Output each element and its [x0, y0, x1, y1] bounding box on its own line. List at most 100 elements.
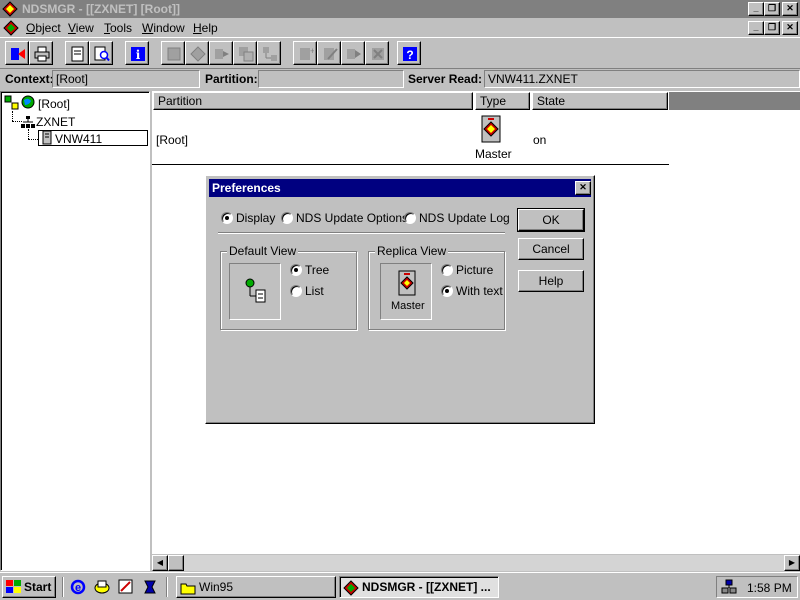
display-radio[interactable] [221, 212, 233, 224]
replica-view-preview: Master [380, 263, 432, 320]
channels-icon[interactable] [142, 579, 158, 595]
window-titlebar[interactable]: NDSMGR - [[ZXNET] [Root]] _ ❐ ✕ [0, 0, 800, 18]
tree-org-item[interactable]: ZXNET [21, 114, 141, 130]
dialog-titlebar[interactable]: Preferences ✕ [209, 179, 591, 197]
row-type-cell: Master [475, 147, 512, 161]
desktop-icon[interactable] [118, 579, 134, 595]
scroll-left-button[interactable]: ◀ [152, 555, 168, 571]
info-icon: i [131, 47, 145, 62]
header-filler [669, 92, 800, 110]
context-field[interactable]: [Root] [52, 70, 200, 88]
close-button[interactable]: ✕ [782, 2, 798, 16]
dialog-close-button[interactable]: ✕ [575, 181, 591, 195]
task-win95[interactable]: Win95 [176, 576, 336, 598]
delete-replica-icon [372, 48, 384, 60]
nds-update-log-radio[interactable] [404, 212, 416, 224]
server-read-label: Server Read: [408, 72, 483, 86]
ok-button[interactable]: OK [517, 208, 585, 232]
column-header-partition[interactable]: Partition [153, 92, 473, 110]
nds-update-log-label[interactable]: NDS Update Log [419, 211, 510, 225]
search-button[interactable] [89, 41, 113, 65]
toolbar: i + ? [0, 37, 800, 69]
default-view-preview [229, 263, 281, 320]
partition-icon [167, 47, 181, 61]
doc-icon[interactable] [3, 20, 19, 36]
menu-window[interactable]: Window [142, 21, 185, 35]
picture-label[interactable]: Picture [456, 263, 493, 277]
menu-help[interactable]: Help [193, 21, 218, 35]
clock[interactable]: 1:58 PM [747, 581, 792, 595]
horizontal-scrollbar[interactable]: ◀ ▶ [152, 555, 800, 571]
partition-button-4[interactable] [233, 41, 257, 65]
tree-server-item[interactable]: VNW411 [38, 130, 148, 146]
list-label[interactable]: List [305, 284, 324, 298]
default-view-title: Default View [227, 244, 299, 258]
partition-field[interactable] [258, 70, 404, 88]
minimize-button[interactable]: _ [748, 2, 764, 16]
outlook-icon[interactable] [94, 579, 110, 595]
start-button[interactable]: Start [2, 576, 56, 598]
replica-view-group: Replica View Master Picture With text [368, 244, 505, 330]
scroll-right-button[interactable]: ▶ [784, 555, 800, 571]
partition-button-1[interactable] [161, 41, 185, 65]
task-ndsmgr[interactable]: NDSMGR - [[ZXNET] ... [339, 576, 499, 598]
tree-line [28, 129, 29, 139]
menu-tools[interactable]: Tools [104, 21, 132, 35]
row-state-cell: on [533, 133, 547, 147]
help-icon: ? [403, 47, 417, 62]
doc-restore-button[interactable]: ❐ [764, 21, 780, 35]
tree-org-label: ZXNET [36, 115, 76, 129]
exit-button[interactable] [5, 41, 29, 65]
tree-radio[interactable] [290, 264, 302, 276]
tree-root-item[interactable]: [Root] [4, 95, 144, 111]
context-label: Context: [5, 72, 54, 86]
partition-button-2[interactable] [185, 41, 209, 65]
svg-text:?: ? [406, 48, 413, 62]
tree-server-label: VNW411 [55, 132, 103, 146]
with-text-radio[interactable] [441, 285, 453, 297]
taskbar: Start e Win95 NDSMGR - [[ZXNET] ... 1:58… [0, 572, 800, 600]
picture-radio[interactable] [441, 264, 453, 276]
replica-button-3[interactable] [341, 41, 365, 65]
preferences-dialog: Preferences ✕ Display NDS Update Options… [205, 175, 595, 424]
tree-label[interactable]: Tree [305, 263, 329, 277]
doc-minimize-button[interactable]: _ [748, 21, 764, 35]
task-ndsmgr-label: NDSMGR - [[ZXNET] ... [362, 580, 491, 594]
menu-bar: Object View Tools Window Help _ ❐ ✕ [0, 18, 800, 37]
list-radio[interactable] [290, 285, 302, 297]
nds-update-options-radio[interactable] [281, 212, 293, 224]
ie-icon[interactable]: e [70, 579, 86, 595]
help-button[interactable]: ? [397, 41, 421, 65]
column-header-state[interactable]: State [532, 92, 668, 110]
display-label[interactable]: Display [236, 211, 275, 225]
menu-view[interactable]: View [68, 21, 94, 35]
partition-button-3[interactable] [209, 41, 233, 65]
master-replica-icon [481, 115, 501, 143]
tree-view-icon [4, 95, 19, 110]
task-win95-label: Win95 [199, 580, 234, 594]
info-button[interactable]: i [125, 41, 149, 65]
master-replica-icon [398, 270, 416, 296]
menu-object[interactable]: Object [26, 21, 61, 35]
print-button[interactable] [29, 41, 53, 65]
view-button[interactable] [65, 41, 89, 65]
nds-update-options-label[interactable]: NDS Update Options [296, 211, 408, 225]
scroll-thumb[interactable] [168, 555, 184, 571]
table-row[interactable]: [Root] Master on [152, 111, 669, 165]
replica-preview-label: Master [391, 300, 425, 312]
partition-button-5[interactable] [257, 41, 281, 65]
column-header-type[interactable]: Type [475, 92, 530, 110]
server-read-field[interactable]: VNW411.ZXNET [484, 70, 800, 88]
help-dialog-button[interactable]: Help [518, 270, 584, 292]
doc-close-button[interactable]: ✕ [782, 21, 798, 35]
default-view-group: Default View Tree List [220, 244, 357, 330]
restore-button[interactable]: ❐ [764, 2, 780, 16]
replica-button-2[interactable] [317, 41, 341, 65]
replica-button-1[interactable]: + [293, 41, 317, 65]
cancel-button[interactable]: Cancel [518, 238, 584, 260]
network-tray-icon[interactable] [721, 579, 737, 595]
app-icon[interactable] [2, 1, 18, 17]
replica-button-4[interactable] [365, 41, 389, 65]
tree-pane[interactable]: [Root] ZXNET VNW411 [0, 91, 150, 571]
with-text-label[interactable]: With text [456, 284, 503, 298]
